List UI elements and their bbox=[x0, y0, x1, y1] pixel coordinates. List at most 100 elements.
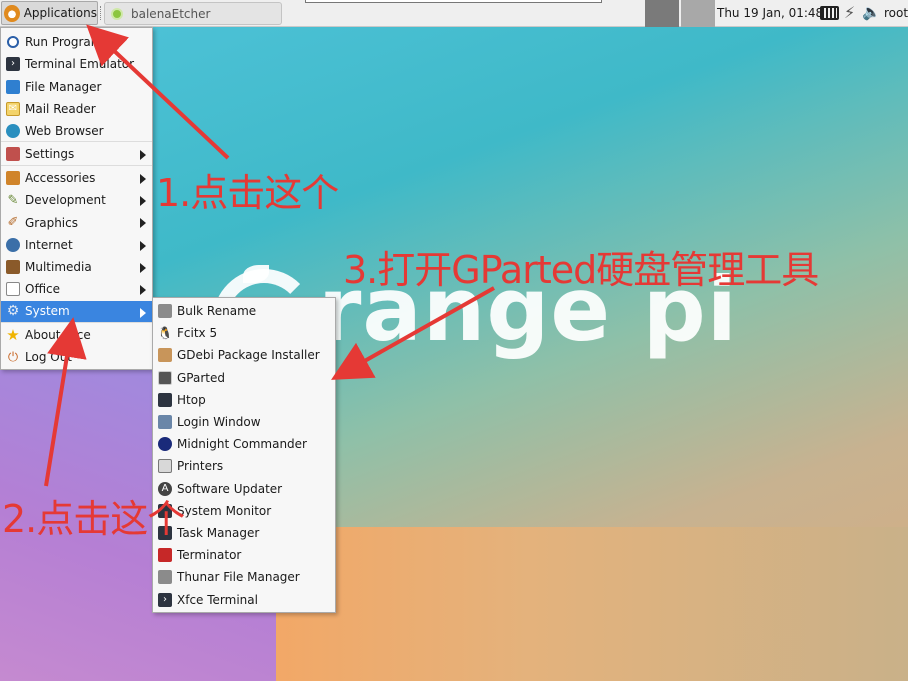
menu-item-login-window[interactable]: Login Window bbox=[153, 411, 335, 433]
development-icon: ✎ bbox=[7, 192, 19, 208]
menu-item-label: System bbox=[25, 304, 70, 319]
menu-item-fcitx5[interactable]: 🐧 Fcitx 5 bbox=[153, 322, 335, 344]
accessories-icon bbox=[6, 170, 20, 185]
system-gear-icon: ⚙ bbox=[6, 303, 20, 320]
volume-icon[interactable]: 🔈 bbox=[862, 3, 881, 21]
menu-item-label: System Monitor bbox=[177, 503, 272, 518]
menu-item-label: GDebi Package Installer bbox=[177, 348, 320, 363]
wallpaper-orange-region bbox=[276, 527, 908, 681]
submenu-arrow-icon bbox=[140, 218, 146, 229]
settings-icon bbox=[6, 147, 20, 162]
internet-icon bbox=[6, 237, 20, 252]
xfce-logo-icon bbox=[4, 4, 20, 22]
workspace-1[interactable] bbox=[645, 0, 679, 27]
menu-item-htop[interactable]: Htop bbox=[153, 389, 335, 411]
menu-item-label: Midnight Commander bbox=[177, 437, 307, 452]
menu-item-label: Multimedia bbox=[25, 260, 92, 275]
applications-label: Applications bbox=[23, 6, 97, 20]
submenu-arrow-icon bbox=[140, 285, 146, 296]
annotation-step-2: 2.点击这个 bbox=[2, 497, 185, 541]
menu-item-log-out[interactable]: ⏻ Log Out bbox=[1, 346, 152, 368]
menu-item-label: Settings bbox=[25, 147, 75, 162]
menu-item-label: Xfce Terminal bbox=[177, 592, 258, 607]
submenu-arrow-icon bbox=[140, 173, 146, 184]
menu-item-office[interactable]: Office bbox=[1, 278, 152, 300]
submenu-arrow-icon bbox=[140, 150, 146, 161]
window-title-strip bbox=[305, 0, 602, 3]
menu-item-run-program[interactable]: Run Program... bbox=[1, 31, 152, 53]
menu-item-xfce-terminal[interactable]: › Xfce Terminal bbox=[153, 588, 335, 610]
terminator-icon bbox=[158, 548, 172, 563]
menu-item-label: Mail Reader bbox=[25, 102, 96, 117]
menu-item-label: Login Window bbox=[177, 415, 261, 430]
menu-item-label: Terminal Emulator bbox=[25, 57, 135, 72]
submenu-arrow-icon bbox=[140, 196, 146, 207]
globe-icon bbox=[6, 123, 20, 138]
menu-item-settings[interactable]: Settings bbox=[1, 143, 152, 166]
system-submenu: Bulk Rename 🐧 Fcitx 5 GDebi Package Inst… bbox=[152, 297, 336, 613]
menu-item-about-xfce[interactable]: ★ About Xfce bbox=[1, 324, 152, 346]
top-panel: Applications balenaEtcher Thu 19 Jan, 01… bbox=[0, 0, 908, 27]
taskbar-window-button[interactable]: balenaEtcher bbox=[104, 2, 282, 25]
menu-item-midnight-commander[interactable]: Midnight Commander bbox=[153, 433, 335, 455]
annotation-step-3: 3.打开GParted硬盘管理工具 bbox=[343, 248, 819, 292]
menu-item-label: Terminator bbox=[177, 548, 242, 563]
user-name-label[interactable]: root bbox=[884, 6, 908, 20]
taskbar-window-label: balenaEtcher bbox=[131, 6, 211, 21]
gparted-icon bbox=[158, 370, 172, 385]
menu-item-terminal-emulator[interactable]: › Terminal Emulator bbox=[1, 53, 152, 75]
menu-item-graphics[interactable]: ✐ Graphics bbox=[1, 211, 152, 233]
menu-item-label: Internet bbox=[25, 237, 73, 252]
panel-clock[interactable]: Thu 19 Jan, 01:48 bbox=[717, 6, 823, 20]
menu-item-label: Office bbox=[25, 282, 61, 297]
panel-separator bbox=[100, 6, 102, 20]
menu-item-label: File Manager bbox=[25, 79, 102, 94]
xfce-terminal-icon: › bbox=[158, 592, 172, 607]
login-window-icon bbox=[158, 415, 172, 430]
mail-icon: ✉ bbox=[6, 102, 20, 117]
htop-icon bbox=[158, 392, 172, 407]
menu-item-bulk-rename[interactable]: Bulk Rename bbox=[153, 300, 335, 322]
workspace-2[interactable] bbox=[681, 0, 715, 27]
multimedia-icon bbox=[6, 260, 20, 275]
bulk-rename-icon bbox=[158, 304, 172, 319]
star-icon: ★ bbox=[6, 325, 20, 344]
menu-item-label: Htop bbox=[177, 392, 206, 407]
penguin-icon: 🐧 bbox=[157, 326, 173, 341]
network-plug-icon[interactable]: ⚡ bbox=[844, 3, 855, 22]
menu-item-multimedia[interactable]: Multimedia bbox=[1, 256, 152, 278]
applications-menu-button[interactable]: Applications bbox=[1, 1, 98, 25]
file-manager-icon bbox=[6, 79, 20, 94]
menu-item-terminator[interactable]: Terminator bbox=[153, 544, 335, 566]
menu-item-label: Web Browser bbox=[25, 123, 104, 138]
menu-item-label: Development bbox=[25, 193, 106, 208]
menu-item-development[interactable]: ✎ Development bbox=[1, 189, 152, 211]
menu-item-label: Bulk Rename bbox=[177, 304, 257, 319]
graphics-icon: ✐ bbox=[7, 215, 19, 231]
menu-item-accessories[interactable]: Accessories bbox=[1, 167, 152, 189]
logout-icon: ⏻ bbox=[7, 349, 19, 365]
menu-item-file-manager[interactable]: File Manager bbox=[1, 76, 152, 98]
menu-item-gdebi[interactable]: GDebi Package Installer bbox=[153, 344, 335, 366]
menu-item-gparted[interactable]: GParted bbox=[153, 367, 335, 389]
submenu-arrow-icon bbox=[140, 307, 146, 318]
menu-item-label: Thunar File Manager bbox=[177, 570, 300, 585]
search-icon bbox=[7, 36, 19, 49]
menu-item-internet[interactable]: Internet bbox=[1, 234, 152, 256]
balena-etcher-icon bbox=[111, 7, 123, 20]
menu-item-system[interactable]: ⚙ System bbox=[1, 300, 152, 323]
menu-item-label: Task Manager bbox=[177, 525, 260, 540]
menu-item-label: Printers bbox=[177, 459, 224, 474]
terminal-icon: › bbox=[6, 57, 20, 72]
menu-item-thunar[interactable]: Thunar File Manager bbox=[153, 566, 335, 588]
menu-item-mail-reader[interactable]: ✉ Mail Reader bbox=[1, 98, 152, 120]
menu-item-web-browser[interactable]: Web Browser bbox=[1, 120, 152, 143]
menu-item-label: GParted bbox=[177, 370, 225, 385]
submenu-arrow-icon bbox=[140, 240, 146, 251]
menu-item-printers[interactable]: Printers bbox=[153, 455, 335, 477]
submenu-arrow-icon bbox=[140, 262, 146, 273]
menu-item-label: Run Program... bbox=[25, 35, 114, 50]
keyboard-icon[interactable] bbox=[820, 6, 839, 20]
menu-item-label: Accessories bbox=[25, 170, 96, 185]
menu-item-label: Fcitx 5 bbox=[177, 326, 218, 341]
